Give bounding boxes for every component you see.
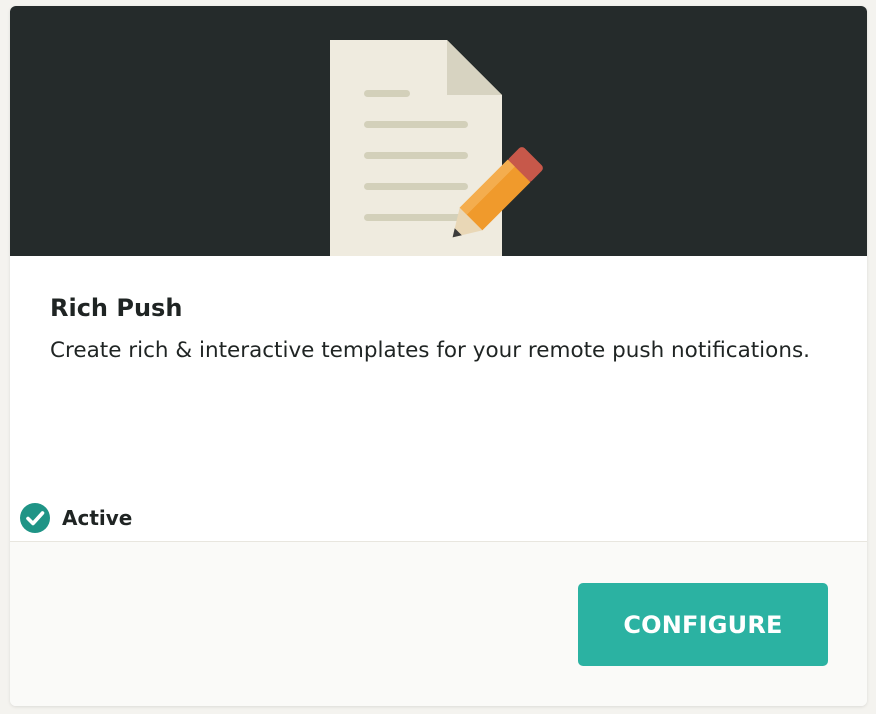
card-title: Rich Push (50, 294, 183, 322)
configure-button[interactable]: CONFIGURE (578, 583, 828, 666)
document-pencil-icon (10, 6, 867, 256)
card-footer: CONFIGURE (10, 541, 867, 706)
card-body: Rich Push Create rich & interactive temp… (10, 256, 867, 542)
status-indicator: Active (20, 502, 132, 534)
status-label: Active (62, 506, 133, 530)
card-hero (10, 6, 867, 256)
check-circle-icon (20, 503, 50, 533)
integration-card: Rich Push Create rich & interactive temp… (10, 6, 867, 706)
card-description: Create rich & interactive templates for … (50, 338, 810, 363)
